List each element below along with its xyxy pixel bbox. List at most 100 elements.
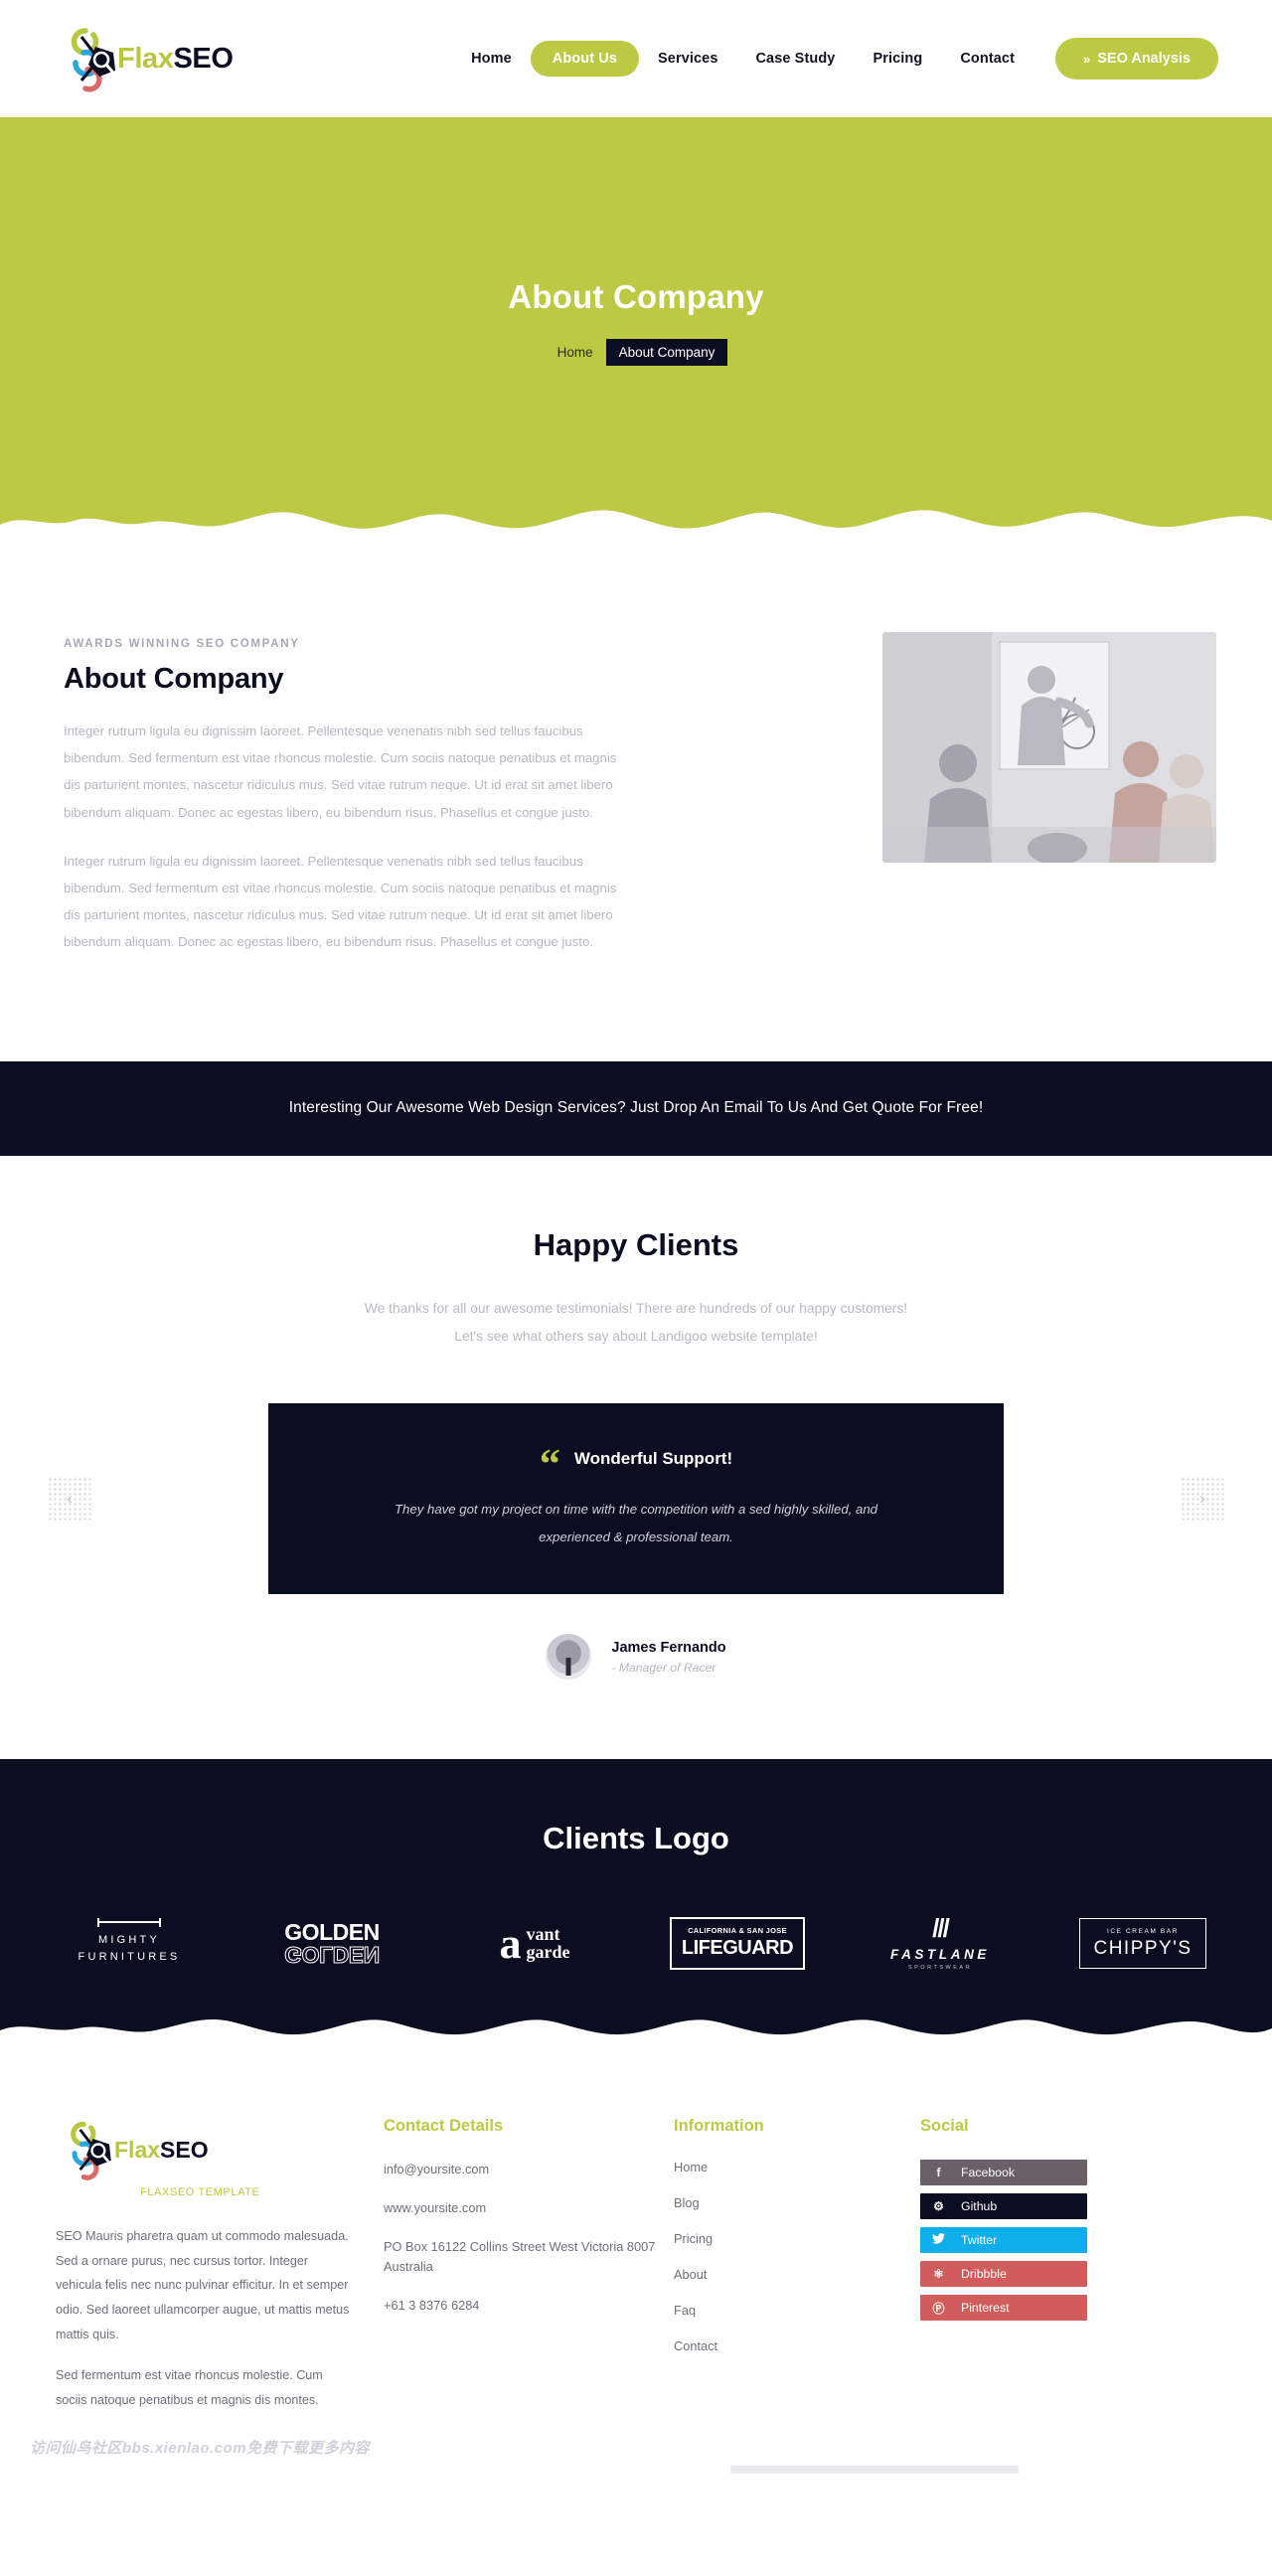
footer-link-contact[interactable]: Contact [674,2338,920,2353]
nav-item-services[interactable]: Services [639,41,736,77]
social-label-facebook: Facebook [961,2166,1016,2180]
social-button-dribbble[interactable]: ⚛ Dribbble [920,2261,1087,2288]
nav-item-case-study[interactable]: Case Study [736,41,854,77]
social-button-pinterest[interactable]: Ⓟ Pinterest [920,2295,1087,2322]
page-root: FlaxSEO Home About Us Services Case Stud… [0,0,1272,2475]
client-logo-mighty-line2: FURNITURES [78,1950,181,1963]
clients-logo-section: Clients Logo MIGHTY FURNITURES GOLDEN GO… [0,1759,1272,2045]
carousel-next-arrow[interactable]: › [1181,1477,1224,1522]
logo-word-flax: Flax [117,42,174,75]
footer-contact-phone: +61 3 8376 6284 [384,2297,480,2313]
social-button-twitter[interactable]: Twitter [920,2227,1087,2254]
logo-wordmark: FlaxSEO [117,42,234,76]
seo-analysis-button-label: SEO Analysis [1097,51,1191,67]
client-logo-lifeguard-line1: CALIFORNIA & SAN JOSE [688,1925,787,1935]
client-logo-lifeguard-line2: LIFEGUARD [681,1936,794,1959]
client-logo-golden-line1: GOLDEN [284,1918,380,1945]
footer-logo-word-seo: SEO [160,2136,209,2163]
testimonial-author-name: James Fernando [611,1639,726,1656]
avatar [546,1634,592,1681]
site-header: FlaxSEO Home About Us Services Case Stud… [0,0,1272,117]
client-logo-avant-initial: a [499,1918,522,1968]
footer-information-column: Information Home Blog Pricing About Faq … [674,2117,920,2412]
logo-word-seo: SEO [173,42,234,75]
client-logo-avant-line2: garde [526,1942,570,1963]
breadcrumb-home-link[interactable]: Home [545,339,606,366]
flaxseo-logo-icon [56,23,121,94]
footer-social-heading: Social [920,2117,969,2136]
client-logo-avant-line1: vant [526,1924,560,1945]
cta-banner-text: Interesting Our Awesome Web Design Servi… [288,1099,984,1116]
pinterest-icon: Ⓟ [932,2301,945,2316]
testimonial-body: They have got my project on time with th… [338,1496,934,1550]
client-logo-golden: GOLDEN GOLDEN [252,1912,411,1974]
site-footer: FlaxSEO FLAXSEO TEMPLATE SEO Mauris phar… [0,2043,1272,2413]
footer-tagline: FLAXSEO TEMPLATE [140,2186,260,2199]
social-button-github[interactable]: ⚙ Github [920,2193,1087,2220]
social-label-dribbble: Dribbble [961,2267,1007,2282]
page-title: About Company [508,278,764,315]
mighty-bar-icon [96,1917,161,1927]
client-logo-fastlane-line2: SPORTSWEAR [907,1965,972,1972]
nav-item-contact[interactable]: Contact [941,41,1034,77]
footer-contact-column: Contact Details info@yoursite.com www.yo… [384,2117,674,2412]
dribbble-icon: ⚛ [933,2267,944,2282]
about-image-column [642,630,1216,863]
footer-contact-address: PO Box 16122 Collins Street West Victori… [384,2239,656,2274]
carousel-prev-arrow[interactable]: ‹ [48,1477,91,1522]
quote-mark-icon: “ [539,1442,560,1489]
about-eyebrow: AWARDS WINNING SEO COMPANY [64,638,300,650]
social-button-facebook[interactable]: f Facebook [920,2160,1087,2186]
facebook-icon: f [936,2166,941,2180]
testimonials-subtitle: We thanks for all our awesome testimonia… [258,1295,1014,1353]
seo-analysis-button[interactable]: » SEO Analysis [1055,38,1218,80]
cta-banner: Interesting Our Awesome Web Design Servi… [0,1060,1272,1156]
about-text-column: AWARDS WINNING SEO COMPANY About Company… [64,630,620,978]
about-heading: About Company [64,663,284,695]
testimonial-author-role: - Manager of Racer [611,1660,716,1675]
footer-logo-word-flax: Flax [114,2136,161,2163]
social-label-pinterest: Pinterest [961,2301,1010,2316]
testimonials-title: Happy Clients [533,1226,739,1262]
client-logo-chippys-line1: ICE CREAM BAR [1106,1927,1180,1935]
footer-link-faq[interactable]: Faq [674,2303,920,2318]
clients-logo-title: Clients Logo [543,1821,729,1856]
flaxseo-logo-icon-footer [56,2117,117,2182]
testimonial-title: Wonderful Support! [573,1449,733,1469]
twitter-icon [932,2233,945,2247]
footer-logo[interactable]: FlaxSEO [56,2117,354,2182]
about-paragraph-1: Integer rutrum ligula eu dignissim laore… [64,724,617,820]
site-logo[interactable]: FlaxSEO [56,23,234,94]
footer-logo-wordmark: FlaxSEO [114,2137,209,2164]
client-logo-lifeguard: CALIFORNIA & SAN JOSE LIFEGUARD [658,1912,817,1974]
footer-link-home[interactable]: Home [674,2160,920,2174]
testimonial-body-line1: They have got my project on time with th… [395,1501,877,1517]
social-label-twitter: Twitter [961,2233,998,2248]
social-label-github: Github [961,2199,998,2214]
nav-item-pricing[interactable]: Pricing [854,41,941,77]
client-logo-chippys-line2: CHIPPY'S [1093,1937,1192,1959]
clients-logo-row: MIGHTY FURNITURES GOLDEN GOLDEN a vant g… [0,1912,1272,1974]
footer-contact-heading: Contact Details [384,2117,504,2136]
client-logo-golden-line2: GOLDEN [284,1942,380,1969]
testimonial-author: James Fernando - Manager of Racer [0,1634,1272,1681]
footer-contact-email[interactable]: info@yoursite.com [384,2160,674,2179]
torn-paper-edge-logos [0,2019,1272,2045]
nav-item-about-us[interactable]: About Us [530,41,640,77]
about-section: AWARDS WINNING SEO COMPANY About Company… [0,539,1272,1061]
nav-item-home[interactable]: Home [452,41,531,77]
main-navigation: Home About Us Services Case Study Pricin… [452,38,1218,80]
testimonial-header: “ Wonderful Support! [328,1443,944,1486]
footer-link-blog[interactable]: Blog [674,2195,920,2210]
testimonials-subtitle-line2: Let's see what others say about Landigoo… [454,1329,818,1345]
fastlane-mark-icon: /// [932,1913,950,1944]
footer-link-pricing[interactable]: Pricing [674,2231,920,2246]
breadcrumb: Home About Company [545,339,728,366]
footer-about-column: FlaxSEO FLAXSEO TEMPLATE SEO Mauris phar… [56,2117,384,2412]
testimonial-author-meta: James Fernando - Manager of Racer [611,1640,725,1675]
footer-contact-website[interactable]: www.yoursite.com [384,2198,674,2218]
footer-information-heading: Information [674,2117,764,2136]
testimonial-body-line2: experienced & professional team. [539,1529,733,1544]
client-logo-avant-garde: a vant garde [455,1912,614,1974]
footer-link-about[interactable]: About [674,2267,920,2282]
